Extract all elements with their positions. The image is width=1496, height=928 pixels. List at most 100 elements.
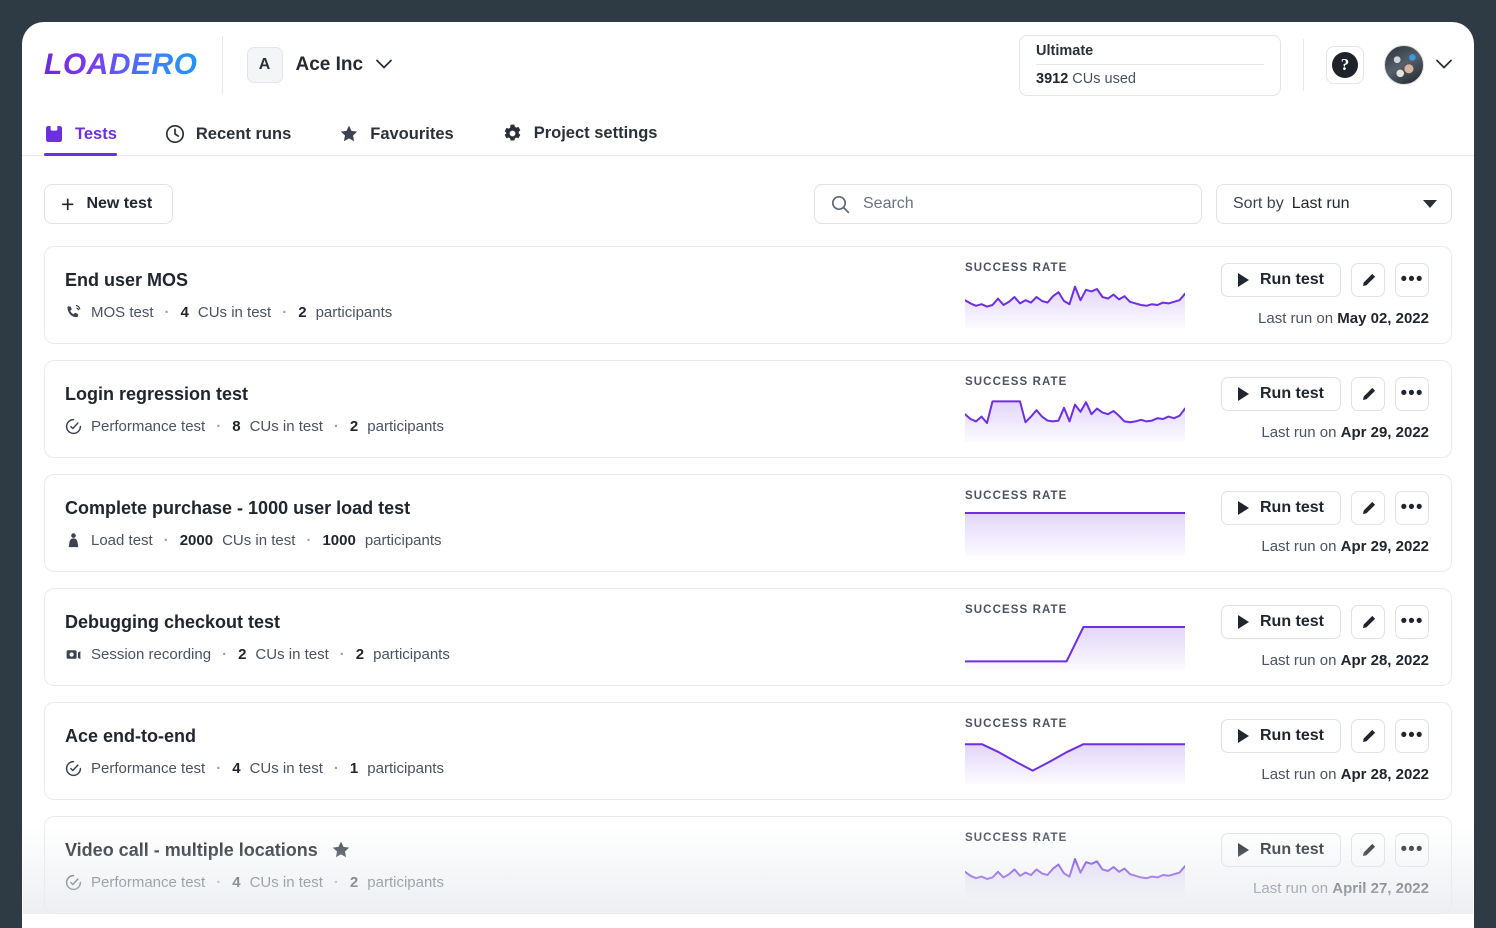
more-options-button[interactable]: •••: [1395, 263, 1429, 297]
test-card[interactable]: Debugging checkout test Session recordin…: [44, 588, 1452, 686]
separator-dot: ·: [216, 417, 222, 435]
run-test-button[interactable]: Run test: [1221, 263, 1341, 297]
favourite-star-icon[interactable]: [331, 840, 351, 860]
more-options-button[interactable]: •••: [1395, 719, 1429, 753]
user-menu-chevron-down-icon[interactable]: [1436, 56, 1452, 74]
sort-by-select[interactable]: Sort by Last run: [1216, 184, 1452, 224]
separator-dot: ·: [216, 759, 222, 777]
tab-favourites-label: Favourites: [370, 124, 454, 143]
test-name-row: Complete purchase - 1000 user load test: [65, 498, 965, 519]
tab-favourites[interactable]: Favourites: [339, 124, 479, 155]
pencil-icon: [1362, 273, 1375, 286]
more-options-button[interactable]: •••: [1395, 491, 1429, 525]
more-horizontal-icon: •••: [1400, 383, 1424, 405]
last-run-text: Last run on Apr 29, 2022: [1261, 424, 1429, 441]
tab-project-settings[interactable]: Project settings: [502, 123, 684, 155]
test-card-actions: Run test ••• Last run on Apr 29, 2022: [1197, 377, 1429, 441]
test-cus-label: CUs in test: [197, 303, 272, 321]
new-test-button[interactable]: + New test: [44, 184, 174, 224]
gauge-icon: [65, 418, 82, 435]
last-run-prefix: Last run on: [1253, 880, 1329, 897]
run-test-label: Run test: [1260, 499, 1324, 516]
last-run-prefix: Last run on: [1261, 538, 1337, 555]
more-horizontal-icon: •••: [1400, 839, 1424, 861]
last-run-prefix: Last run on: [1261, 424, 1337, 441]
gauge-icon: [65, 760, 82, 777]
test-card[interactable]: Login regression test Performance test ·…: [44, 360, 1452, 458]
success-rate-sparkline: [965, 282, 1185, 328]
separator-dot: ·: [163, 531, 169, 549]
run-test-button[interactable]: Run test: [1221, 719, 1341, 753]
success-rate-sparkline: [965, 624, 1185, 670]
test-name-row: End user MOS: [65, 270, 965, 291]
test-type: Session recording: [91, 645, 212, 663]
success-rate-label: SUCCESS RATE: [965, 718, 1068, 730]
more-horizontal-icon: •••: [1400, 611, 1424, 633]
test-participants-label: participants: [364, 531, 442, 549]
run-test-label: Run test: [1260, 385, 1324, 402]
plan-usage-box[interactable]: Ultimate 3912 CUs used: [1019, 34, 1281, 96]
edit-test-button[interactable]: [1351, 605, 1385, 639]
test-cus-value: 4: [180, 303, 189, 321]
action-buttons: Run test •••: [1221, 719, 1429, 753]
test-name: Ace end-to-end: [65, 725, 197, 746]
test-card[interactable]: End user MOS MOS test · 4 CUs in test · …: [44, 246, 1452, 344]
gear-icon: [502, 123, 523, 144]
action-buttons: Run test •••: [1221, 605, 1429, 639]
success-rate-sparkline: [965, 510, 1185, 556]
main-nav-tabs: Tests Recent runs Favourites Project set…: [22, 108, 1474, 156]
test-cus-value: 2000: [179, 531, 214, 549]
test-name-row: Debugging checkout test: [65, 612, 965, 633]
more-options-button[interactable]: •••: [1395, 377, 1429, 411]
edit-test-button[interactable]: [1351, 491, 1385, 525]
success-rate-chart-block: SUCCESS RATE: [965, 718, 1197, 784]
new-test-label: New test: [86, 195, 153, 212]
edit-test-button[interactable]: [1351, 833, 1385, 867]
test-name: End user MOS: [65, 269, 189, 290]
test-card[interactable]: Complete purchase - 1000 user load test …: [44, 474, 1452, 572]
list-toolbar: + New test Search Sort by Last run: [22, 156, 1474, 224]
action-buttons: Run test •••: [1221, 491, 1429, 525]
test-name-row: Login regression test: [65, 384, 965, 405]
play-icon: [1238, 615, 1249, 629]
more-options-button[interactable]: •••: [1395, 605, 1429, 639]
test-type: Load test: [91, 531, 153, 549]
test-name: Login regression test: [65, 383, 249, 404]
help-button[interactable]: ?: [1326, 46, 1364, 84]
pencil-icon: [1362, 501, 1375, 514]
run-test-button[interactable]: Run test: [1221, 491, 1341, 525]
tab-recent-runs[interactable]: Recent runs: [165, 124, 317, 155]
user-avatar[interactable]: [1384, 45, 1424, 85]
tests-list: End user MOS MOS test · 4 CUs in test · …: [22, 224, 1474, 914]
last-run-text: Last run on Apr 28, 2022: [1261, 652, 1429, 669]
tab-tests[interactable]: Tests: [44, 124, 143, 156]
more-options-button[interactable]: •••: [1395, 833, 1429, 867]
run-test-button[interactable]: Run test: [1221, 605, 1341, 639]
edit-test-button[interactable]: [1351, 263, 1385, 297]
test-card[interactable]: Ace end-to-end Performance test · 4 CUs …: [44, 702, 1452, 800]
edit-test-button[interactable]: [1351, 719, 1385, 753]
test-meta: MOS test · 4 CUs in test · 2 participant…: [65, 304, 965, 321]
more-horizontal-icon: •••: [1400, 269, 1424, 291]
run-test-button[interactable]: Run test: [1221, 377, 1341, 411]
last-run-text: Last run on Apr 28, 2022: [1261, 766, 1429, 783]
chevron-down-icon: [1423, 200, 1437, 208]
success-rate-sparkline: [965, 396, 1185, 442]
action-buttons: Run test •••: [1221, 377, 1429, 411]
search-box[interactable]: Search: [814, 184, 1202, 224]
test-participants-value: 2: [355, 645, 365, 663]
test-type: MOS test: [91, 303, 154, 321]
test-card[interactable]: Video call - multiple locations Performa…: [23, 816, 1473, 914]
edit-test-button[interactable]: [1351, 377, 1385, 411]
test-card-info: End user MOS MOS test · 4 CUs in test · …: [65, 270, 965, 321]
test-participants-value: 2: [298, 303, 307, 321]
test-participants-label: participants: [367, 873, 444, 891]
last-run-text: Last run on April 27, 2022: [1253, 880, 1429, 897]
test-participants-label: participants: [367, 417, 444, 435]
test-cus-value: 4: [232, 873, 241, 891]
test-cus-label: CUs in test: [249, 417, 323, 435]
header-divider-2: [1303, 39, 1304, 91]
run-test-button[interactable]: Run test: [1221, 833, 1341, 867]
org-switcher[interactable]: A Ace Inc: [246, 47, 393, 83]
search-input[interactable]: Search: [863, 195, 914, 213]
